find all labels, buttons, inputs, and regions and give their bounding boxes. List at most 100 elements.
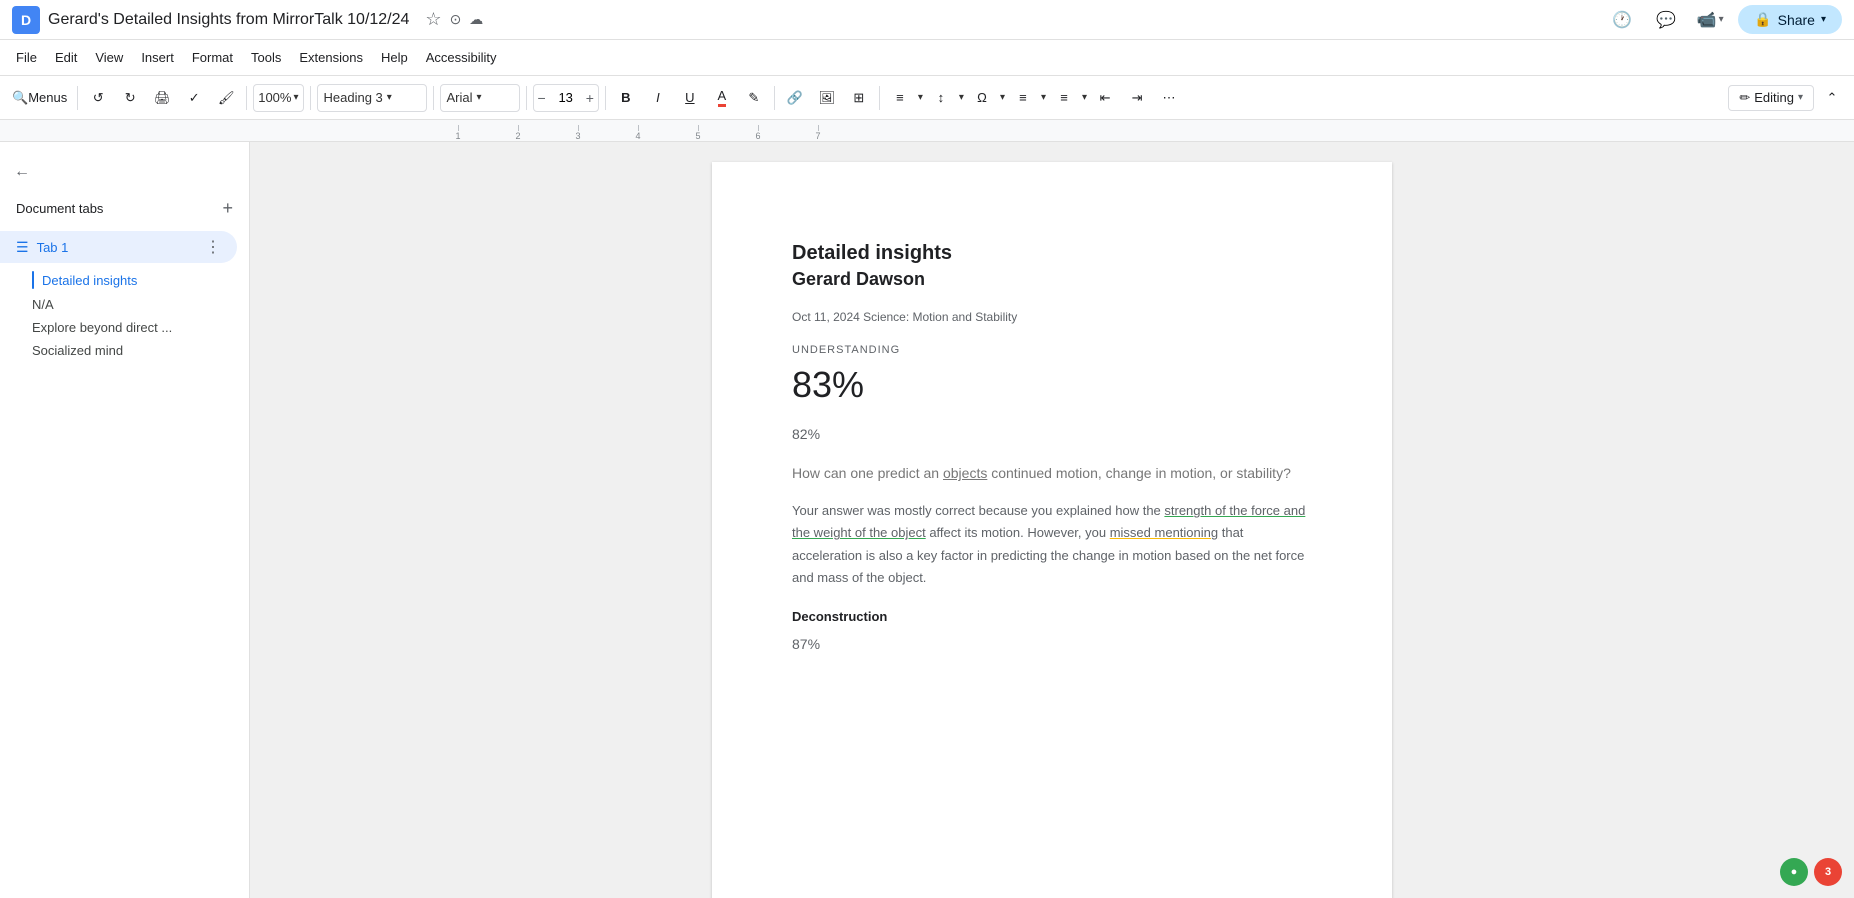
tab-label: Tab 1 xyxy=(37,240,197,255)
tab-1[interactable]: ☰ Tab 1 ⋮ xyxy=(0,231,237,263)
numbered-dropdown-icon[interactable]: ▾ xyxy=(1082,92,1087,103)
document-page: Detailed insights Gerard Dawson Oct 11, … xyxy=(712,162,1392,898)
sidebar-title: Document tabs xyxy=(16,201,103,216)
menu-tools[interactable]: Tools xyxy=(243,46,289,69)
title-actions: ☆ ⊙ ☁ xyxy=(425,9,483,30)
font-dropdown-icon[interactable]: ▾ xyxy=(477,92,482,103)
style-dropdown-icon[interactable]: ▾ xyxy=(387,92,392,103)
menu-view[interactable]: View xyxy=(87,46,131,69)
history-button[interactable]: 🕐 xyxy=(1606,4,1638,36)
comments-button[interactable]: 💬 xyxy=(1650,4,1682,36)
share-label: Share xyxy=(1778,12,1815,28)
paint-format-button[interactable]: 🖌 xyxy=(212,84,240,112)
main-area: ← Document tabs + ☰ Tab 1 ⋮ Detailed ins… xyxy=(0,142,1854,898)
font-color-button[interactable]: A xyxy=(708,84,736,112)
question-text: How can one predict an objects continued… xyxy=(792,462,1312,484)
document-title: Gerard's Detailed Insights from MirrorTa… xyxy=(48,11,409,29)
star-icon[interactable]: ☆ xyxy=(425,9,441,30)
menu-format[interactable]: Format xyxy=(184,46,241,69)
menu-file[interactable]: File xyxy=(8,46,45,69)
outline-item-1[interactable]: N/A xyxy=(0,293,249,316)
bullet-list-button[interactable]: ≡ xyxy=(1009,84,1037,112)
divider-1 xyxy=(77,86,78,110)
sidebar-back-row: ← xyxy=(0,154,249,194)
document-meta: Oct 11, 2024 Science: Motion and Stabili… xyxy=(792,310,1312,324)
font-size-decrease[interactable]: − xyxy=(534,90,550,106)
spacing-dropdown-icon[interactable]: ▾ xyxy=(959,92,964,103)
header-right: 🕐 💬 📹▾ 🔒 Share ▾ xyxy=(1606,4,1842,36)
bold-button[interactable]: B xyxy=(612,84,640,112)
menu-bar: File Edit View Insert Format Tools Exten… xyxy=(0,40,1854,76)
spellcheck-button[interactable]: ✓ xyxy=(180,84,208,112)
highlight-button[interactable]: ✎ xyxy=(740,84,768,112)
align-button[interactable]: ≡ xyxy=(886,84,914,112)
menus-button[interactable]: 🔍 Menus xyxy=(8,84,71,112)
active-indicator xyxy=(32,271,34,289)
question-tail: continued motion, change in motion, or s… xyxy=(987,465,1291,481)
divider-6 xyxy=(605,86,606,110)
print-button[interactable]: 🖨 xyxy=(148,84,176,112)
redo-button[interactable]: ↻ xyxy=(116,84,144,112)
bottom-status: ● 3 xyxy=(1780,858,1842,886)
folder-icon[interactable]: ⊙ xyxy=(450,11,462,28)
italic-button[interactable]: I xyxy=(644,84,672,112)
ruler: 1 2 3 4 5 6 7 xyxy=(0,120,1854,142)
video-call-button[interactable]: 📹▾ xyxy=(1694,4,1726,36)
editing-label: Editing xyxy=(1754,90,1794,105)
answer-mid: affect its motion. However, you xyxy=(926,525,1110,540)
share-dropdown-icon: ▾ xyxy=(1821,14,1826,25)
more-options-button[interactable]: ⋯ xyxy=(1155,84,1183,112)
back-button[interactable]: ← xyxy=(8,158,36,186)
menu-help[interactable]: Help xyxy=(373,46,416,69)
font-family[interactable]: Arial xyxy=(447,90,473,105)
outline-item-0[interactable]: Detailed insights xyxy=(0,267,249,293)
sidebar: ← Document tabs + ☰ Tab 1 ⋮ Detailed ins… xyxy=(0,142,250,898)
outline-item-3[interactable]: Socialized mind xyxy=(0,339,249,362)
font-size-increase[interactable]: + xyxy=(582,90,598,106)
menu-accessibility[interactable]: Accessibility xyxy=(418,46,505,69)
deconstruction-percent: 87% xyxy=(792,636,1312,652)
doc-icon: D xyxy=(12,6,40,34)
decrease-indent-button[interactable]: ⇤ xyxy=(1091,84,1119,112)
document-area[interactable]: Detailed insights Gerard Dawson Oct 11, … xyxy=(250,142,1854,898)
align-dropdown-icon[interactable]: ▾ xyxy=(918,92,923,103)
editing-button[interactable]: ✏ Editing ▾ xyxy=(1728,85,1814,111)
share-button[interactable]: 🔒 Share ▾ xyxy=(1738,5,1842,34)
outline-item-2[interactable]: Explore beyond direct ... xyxy=(0,316,249,339)
edit-pencil-icon: ✏ xyxy=(1739,90,1750,106)
specialchars-dropdown-icon[interactable]: ▾ xyxy=(1000,92,1005,103)
divider-4 xyxy=(433,86,434,110)
divider-7 xyxy=(774,86,775,110)
document-author: Gerard Dawson xyxy=(792,269,1312,290)
menu-insert[interactable]: Insert xyxy=(133,46,182,69)
highlight-yellow-text: missed mentioning xyxy=(1110,525,1218,540)
line-spacing-button[interactable]: ↕ xyxy=(927,84,955,112)
tab-more-button[interactable]: ⋮ xyxy=(205,237,221,257)
insert-table-button[interactable]: ⊞ xyxy=(845,84,873,112)
font-size-control[interactable]: − 13 + xyxy=(533,84,599,112)
insert-image-button[interactable]: 🖼 xyxy=(813,84,841,112)
search-icon: 🔍 xyxy=(12,90,28,106)
numbered-list-button[interactable]: ≡ xyxy=(1050,84,1078,112)
add-tab-button[interactable]: + xyxy=(222,198,233,219)
menu-extensions[interactable]: Extensions xyxy=(291,46,371,69)
document-heading-title: Detailed insights xyxy=(792,242,1312,265)
menu-edit[interactable]: Edit xyxy=(47,46,85,69)
link-button[interactable]: 🔗 xyxy=(781,84,809,112)
bullet-dropdown-icon[interactable]: ▾ xyxy=(1041,92,1046,103)
paragraph-style[interactable]: Heading 3 xyxy=(324,90,383,105)
collapse-toolbar-button[interactable]: ⌃ xyxy=(1818,84,1846,112)
status-red-circle: 3 xyxy=(1814,858,1842,886)
underline-button[interactable]: U xyxy=(676,84,704,112)
divider-5 xyxy=(526,86,527,110)
objects-link[interactable]: objects xyxy=(943,465,987,481)
outline-label-0: Detailed insights xyxy=(42,273,137,288)
undo-button[interactable]: ↺ xyxy=(84,84,112,112)
special-chars-button[interactable]: Ω xyxy=(968,84,996,112)
font-size-input[interactable]: 13 xyxy=(550,90,582,105)
increase-indent-button[interactable]: ⇥ xyxy=(1123,84,1151,112)
outline-label-1: N/A xyxy=(24,297,54,312)
answer-intro: Your answer was mostly correct because y… xyxy=(792,503,1164,518)
cloud-icon[interactable]: ☁ xyxy=(469,11,483,28)
zoom-dropdown-icon[interactable]: ▾ xyxy=(293,92,298,103)
